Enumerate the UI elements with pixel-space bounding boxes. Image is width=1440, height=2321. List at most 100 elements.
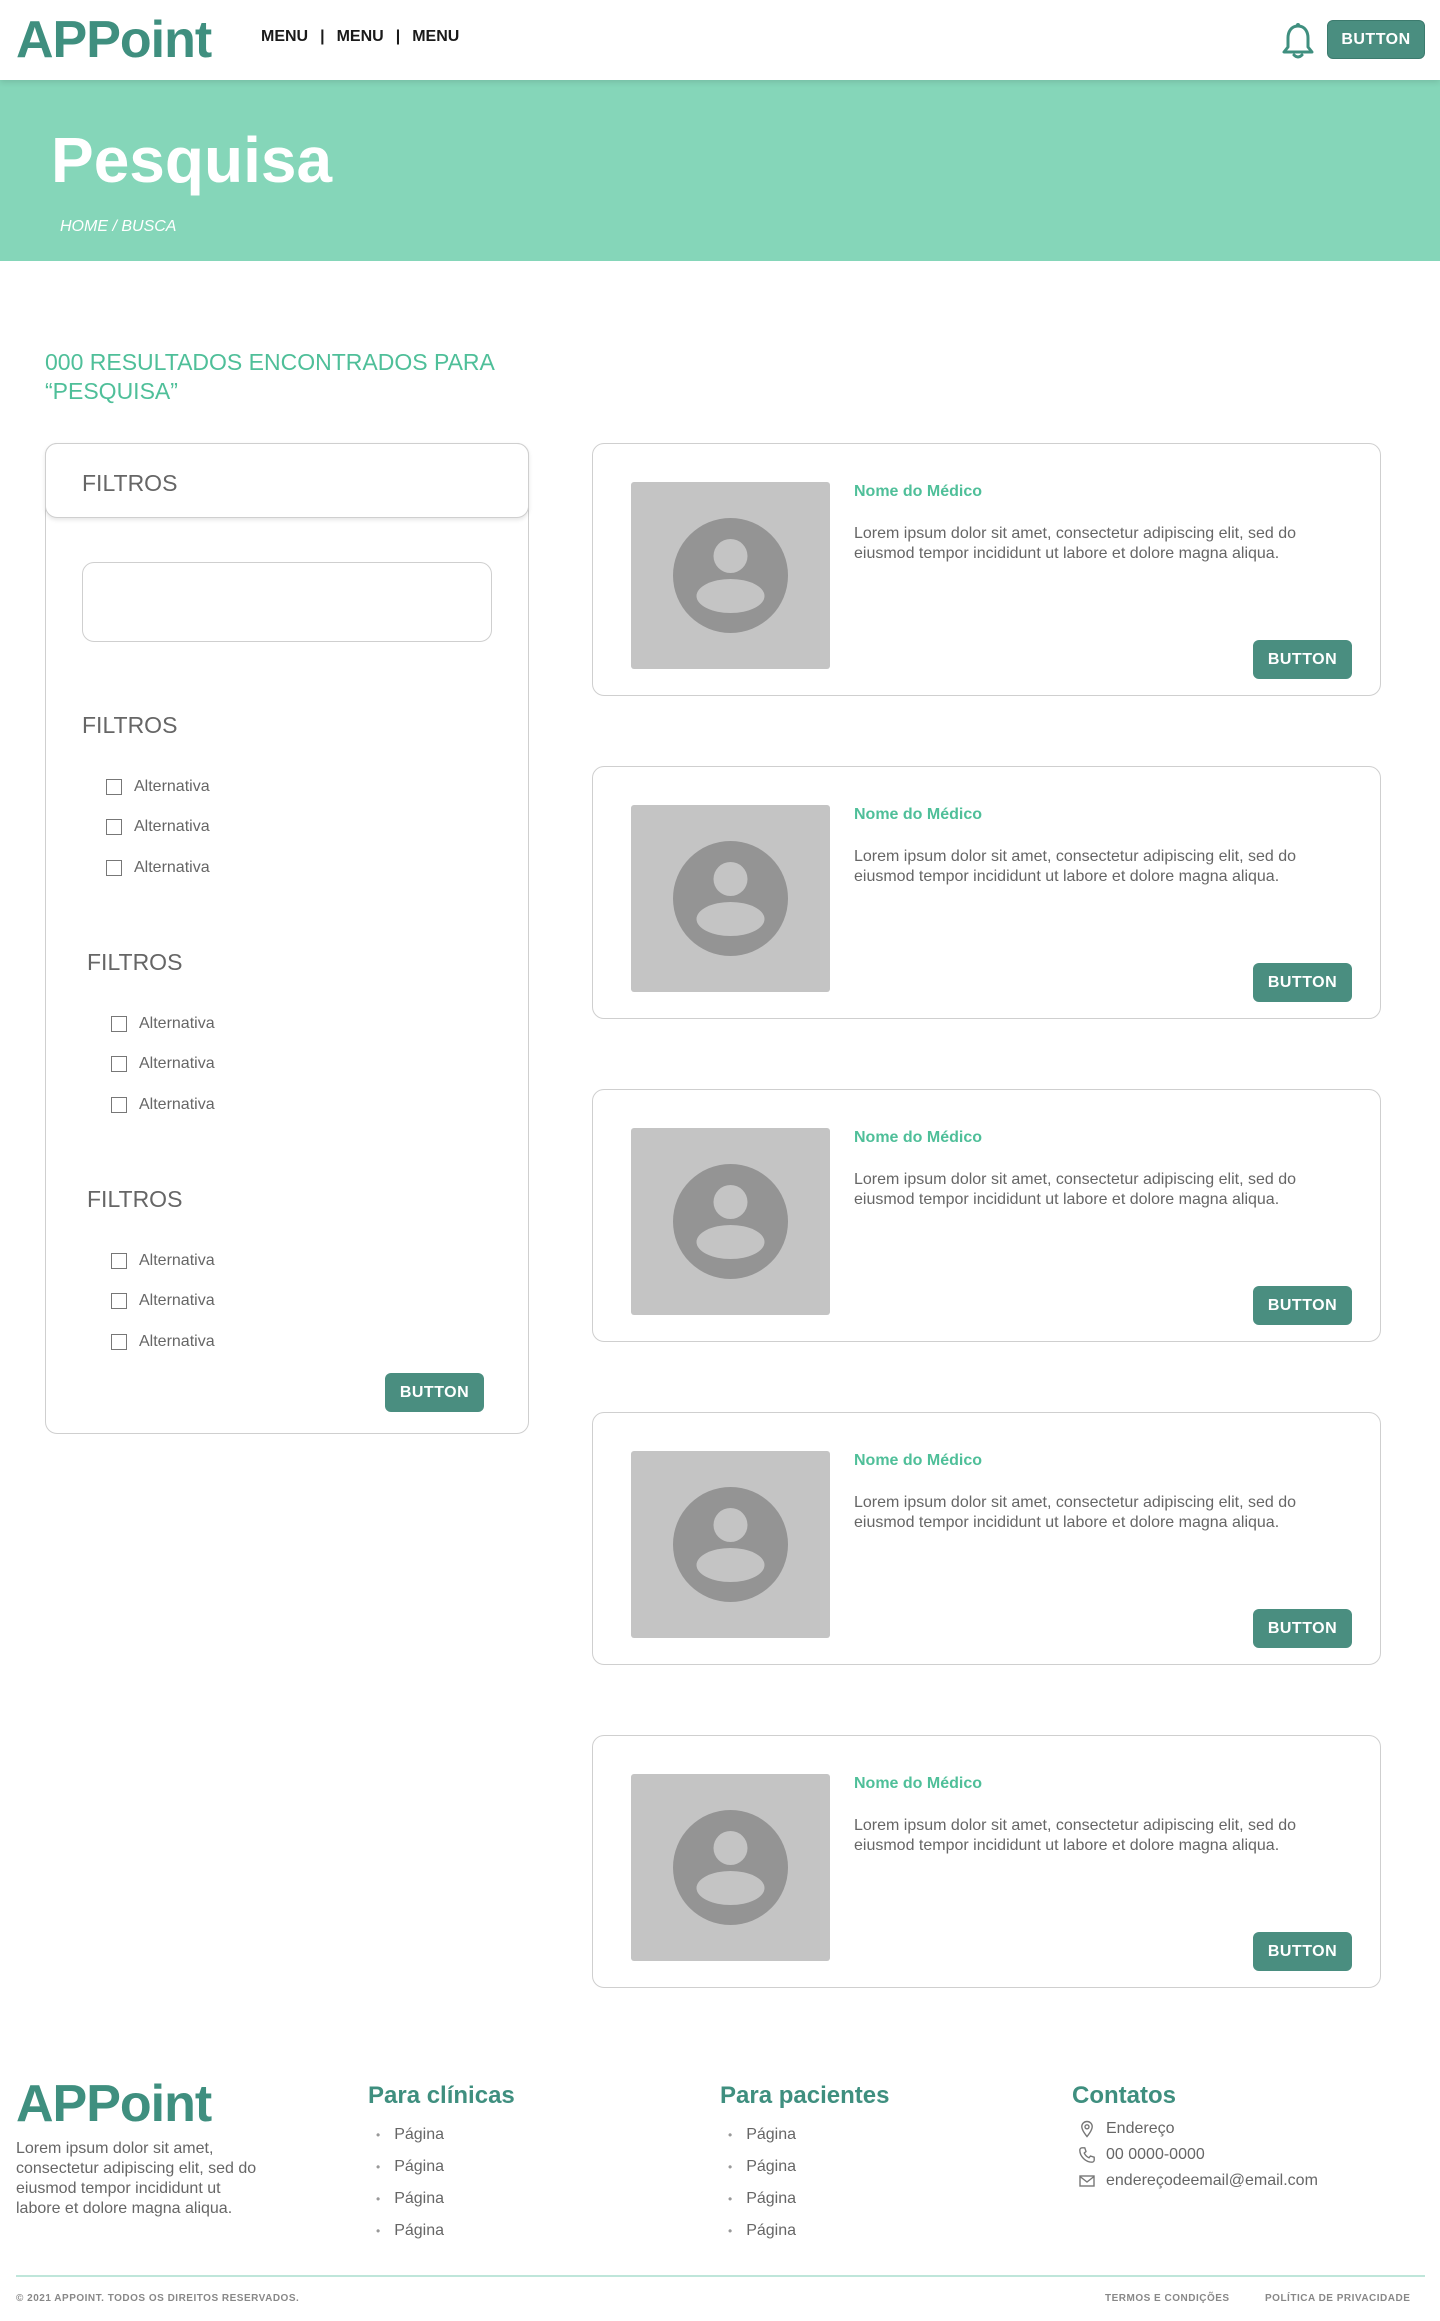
checkbox[interactable] (111, 1253, 127, 1269)
top-header: APPoint MENU | MENU | MENU BUTTON (0, 0, 1440, 80)
filter-search-input[interactable] (82, 562, 492, 642)
terms-link[interactable]: TERMOS E CONDIÇÕES (1105, 2293, 1230, 2304)
checkbox[interactable] (111, 1097, 127, 1113)
doctor-card-button[interactable]: BUTTON (1253, 640, 1352, 679)
doctor-photo (631, 1774, 830, 1961)
footer-clinics-title: Para clínicas (368, 2082, 515, 2109)
user-avatar-icon (673, 1487, 788, 1602)
nav-menu-2[interactable]: MENU (337, 28, 384, 46)
doctor-description: Lorem ipsum dolor sit amet, consectetur … (854, 1171, 1296, 1208)
filter-option-label: Alternativa (139, 1252, 215, 1269)
phone-icon (1079, 2147, 1095, 2163)
checkbox[interactable] (111, 1056, 127, 1072)
footer-link[interactable]: Página (728, 2125, 796, 2157)
copyright-text: © 2021 APPOINT. TODOS OS DIREITOS RESERV… (16, 2293, 300, 2304)
filter-panel-title: FILTROS (82, 470, 178, 496)
doctor-description: Lorem ipsum dolor sit amet, consectetur … (854, 848, 1296, 885)
header-logo[interactable]: APPoint (16, 8, 212, 72)
apply-filters-button[interactable]: BUTTON (385, 1373, 484, 1412)
user-avatar-icon (673, 1164, 788, 1279)
footer-link[interactable]: Página (376, 2125, 444, 2157)
doctor-card-button[interactable]: BUTTON (1253, 1932, 1352, 1971)
contact-phone: 00 0000-0000 (1078, 2146, 1205, 2164)
doctor-name[interactable]: Nome do Médico (854, 1775, 982, 1793)
doctor-description: Lorem ipsum dolor sit amet, consectetur … (854, 1494, 1296, 1531)
filter-option-label: Alternativa (134, 778, 210, 795)
privacy-link[interactable]: POLÍTICA DE PRIVACIDADE (1265, 2293, 1410, 2304)
filter-option[interactable]: Alternativa (111, 1055, 215, 1073)
doctor-name[interactable]: Nome do Médico (854, 806, 982, 824)
contact-email-text[interactable]: endereçodeemail@email.com (1106, 2172, 1318, 2190)
footer-link-label: Página (394, 2222, 445, 2239)
filter-panel-header: FILTROS (45, 443, 529, 518)
doctor-description: Lorem ipsum dolor sit amet, consectetur … (854, 1817, 1296, 1854)
footer-clinics-links: Página Página Página Página (376, 2125, 444, 2253)
contact-phone-text[interactable]: 00 0000-0000 (1106, 2146, 1205, 2164)
page-title: Pesquisa (51, 124, 333, 196)
doctor-name[interactable]: Nome do Médico (854, 483, 982, 501)
filter-option[interactable]: Alternativa (111, 1252, 215, 1270)
filter-option-label: Alternativa (139, 1015, 215, 1032)
checkbox[interactable] (106, 779, 122, 795)
footer-link-label: Página (746, 2222, 797, 2239)
footer-patients-title: Para pacientes (720, 2082, 890, 2109)
checkbox[interactable] (106, 860, 122, 876)
bell-icon[interactable] (1280, 22, 1316, 60)
checkbox[interactable] (106, 819, 122, 835)
doctor-photo (631, 805, 830, 992)
nav-menu-1[interactable]: MENU (261, 28, 308, 46)
contact-address: Endereço (1078, 2120, 1175, 2138)
footer-link[interactable]: Página (376, 2189, 444, 2221)
footer-contacts-title: Contatos (1072, 2082, 1176, 2109)
footer-link[interactable]: Página (728, 2189, 796, 2221)
nav-menu-3[interactable]: MENU (412, 28, 459, 46)
filter-option-label: Alternativa (134, 818, 210, 835)
footer-link-label: Página (394, 2158, 445, 2175)
header-button[interactable]: BUTTON (1327, 20, 1425, 59)
filter-option-label: Alternativa (134, 859, 210, 876)
doctor-card: Nome do Médico Lorem ipsum dolor sit ame… (592, 443, 1381, 696)
footer-link-label: Página (746, 2190, 797, 2207)
filter-option-label: Alternativa (139, 1096, 215, 1113)
footer-link[interactable]: Página (728, 2157, 796, 2189)
doctor-card-button[interactable]: BUTTON (1253, 963, 1352, 1002)
footer-link[interactable]: Página (376, 2157, 444, 2189)
footer-logo[interactable]: APPoint (16, 2072, 212, 2136)
doctor-name[interactable]: Nome do Médico (854, 1452, 982, 1470)
footer-link[interactable]: Página (728, 2221, 796, 2253)
checkbox[interactable] (111, 1334, 127, 1350)
filter-option-label: Alternativa (139, 1055, 215, 1072)
filter-option[interactable]: Alternativa (111, 1015, 215, 1033)
results-count-heading: 000 RESULTADOS ENCONTRADOS PARA “PESQUIS… (45, 349, 494, 404)
filter-option[interactable]: Alternativa (106, 778, 210, 796)
user-avatar-icon (673, 1810, 788, 1925)
checkbox[interactable] (111, 1293, 127, 1309)
footer-link[interactable]: Página (376, 2221, 444, 2253)
filter-option-label: Alternativa (139, 1333, 215, 1350)
map-pin-icon (1081, 2120, 1093, 2138)
footer-divider (16, 2275, 1425, 2277)
footer-link-label: Página (394, 2190, 445, 2207)
user-avatar-icon (673, 841, 788, 956)
footer-about-text: Lorem ipsum dolor sit amet, consectetur … (16, 2140, 257, 2217)
filter-option[interactable]: Alternativa (106, 818, 210, 836)
doctor-card: Nome do Médico Lorem ipsum dolor sit ame… (592, 1735, 1381, 1988)
doctor-card-button[interactable]: BUTTON (1253, 1609, 1352, 1648)
contact-email: endereçodeemail@email.com (1078, 2172, 1318, 2190)
doctor-card-button[interactable]: BUTTON (1253, 1286, 1352, 1325)
breadcrumb[interactable]: HOME / BUSCA (60, 218, 176, 236)
doctor-photo (631, 1128, 830, 1315)
filter-option[interactable]: Alternativa (111, 1096, 215, 1114)
checkbox[interactable] (111, 1016, 127, 1032)
contact-address-text: Endereço (1106, 2120, 1175, 2137)
filter-option[interactable]: Alternativa (106, 859, 210, 877)
footer-link-label: Página (746, 2158, 797, 2175)
page-hero: Pesquisa HOME / BUSCA (0, 80, 1440, 261)
nav-separator: | (395, 28, 401, 45)
filter-option[interactable]: Alternativa (111, 1292, 215, 1310)
main-nav: MENU | MENU | MENU (261, 28, 459, 46)
doctor-name[interactable]: Nome do Médico (854, 1129, 982, 1147)
doctor-photo (631, 1451, 830, 1638)
filter-panel: FILTROS FILTROS Alternativa Alternativa … (45, 443, 529, 1434)
filter-option[interactable]: Alternativa (111, 1333, 215, 1351)
